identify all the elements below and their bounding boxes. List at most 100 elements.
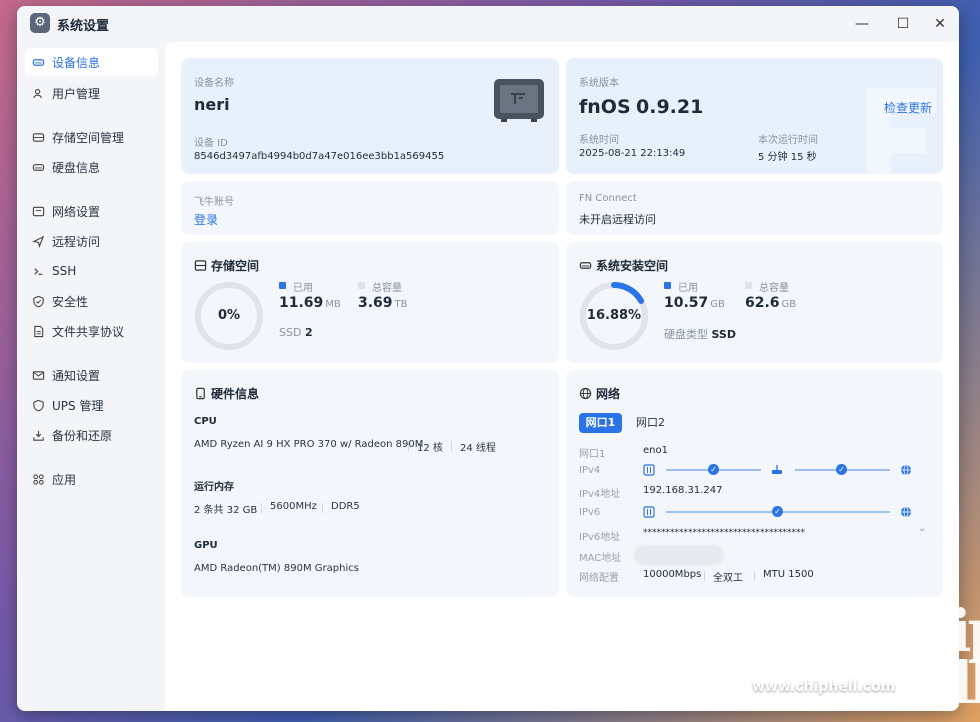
os-name: fnOS [579, 96, 631, 118]
settings-app-icon: ⚙ [30, 13, 50, 33]
sidebar-item-apps[interactable]: 应用 [25, 465, 158, 493]
router-icon [772, 465, 782, 474]
divider [261, 503, 262, 513]
disk-icon [31, 160, 45, 174]
sidebar-item-network[interactable]: 网络设置 [25, 197, 158, 225]
sidebar-item-backup[interactable]: 备份和还原 [25, 421, 158, 449]
port-label: 网口1 [579, 449, 606, 460]
internet-globe-icon [901, 464, 911, 476]
sidebar-item-file-sharing[interactable]: 文件共享协议 [25, 317, 158, 345]
check-node-icon: ✓ [708, 464, 719, 475]
mac-address-redacted [634, 545, 724, 565]
sidebar-item-disk[interactable]: 硬盘信息 [25, 153, 158, 181]
system-used-label: 已用 [678, 283, 698, 294]
users-icon [31, 86, 45, 100]
sidebar-item-storage[interactable]: 存储空间管理 [25, 123, 158, 151]
disk-type: 硬盘类型 SSD [664, 328, 736, 341]
terminal-icon [31, 264, 45, 278]
backup-icon [31, 428, 45, 442]
memory-label: 运行内存 [194, 482, 234, 493]
divider [408, 441, 409, 451]
system-time: 2025-08-21 22:13:49 [579, 148, 686, 159]
sidebar-item-users[interactable]: 用户管理 [25, 79, 158, 107]
settings-window: ⚙ 系统设置 — ☐ ✕ 设备信息 用户管理 存储空间管理 硬盘信息 网络设置 … [17, 6, 959, 711]
storage-total-value: 3.69 TB [358, 295, 408, 311]
memory-type: DDR5 [331, 501, 360, 512]
account-label: 飞牛账号 [194, 197, 234, 208]
cpu-cores: 12 核 [417, 443, 443, 454]
link-speed: 10000Mbps [643, 569, 702, 580]
ipv6-label: IPv6 [579, 507, 601, 518]
sidebar-item-remote[interactable]: 远程访问 [25, 227, 158, 255]
maximize-button[interactable]: ☐ [893, 14, 913, 34]
mtu: MTU 1500 [763, 569, 814, 580]
ipv6-address: ************************************ [643, 528, 805, 538]
divider [322, 503, 323, 513]
memory-size: 2 条共 32 GB [194, 505, 258, 516]
system-space-card[interactable]: 系统安装空间 16.88% 已用 总容量 10.57 GB 62.6 GB 硬盘类型… [566, 242, 943, 363]
tab-port-2[interactable]: 网口2 [629, 413, 672, 433]
sidebar-item-label: 硬盘信息 [52, 160, 101, 175]
sidebar-item-label: 设备信息 [52, 55, 101, 70]
gpu-model: AMD Radeon(TM) 890M Graphics [194, 563, 359, 574]
sidebar-item-label: UPS 管理 [52, 398, 104, 413]
storage-used-label: 已用 [293, 283, 313, 294]
check-node-icon: ✓ [772, 506, 783, 517]
close-button[interactable]: ✕ [930, 14, 950, 34]
sidebar-item-ssh[interactable]: SSH [25, 257, 158, 285]
title-bar: ⚙ 系统设置 — ☐ ✕ [17, 6, 959, 42]
check-update-link[interactable]: 检查更新 [884, 99, 932, 116]
fn-connect-card: FN Connect 未开启远程访问 [566, 181, 943, 235]
main-panel: 设备名称 neri 设备 ID 8546d3497afb4994b0d7a47e… [165, 42, 959, 711]
cpu-model: AMD Ryzen AI 9 HX PRO 370 w/ Radeon 890M [194, 439, 424, 450]
system-total-label: 总容量 [759, 283, 789, 294]
sidebar: 设备信息 用户管理 存储空间管理 硬盘信息 网络设置 远程访问 SSH 安全性 [17, 42, 165, 711]
divider [704, 571, 705, 581]
sidebar-item-device-info[interactable]: 设备信息 [25, 48, 158, 76]
ipv4-address: 192.168.31.247 [643, 485, 723, 496]
ipv6-address-label: IPv6地址 [579, 532, 621, 543]
mail-icon [31, 368, 45, 382]
file-icon [31, 324, 45, 338]
device-id: 8546d3497afb4994b0d7a47e016ee3bb1a569455 [194, 151, 445, 162]
power-icon [31, 398, 45, 412]
sidebar-item-label: 远程访问 [52, 234, 101, 249]
expand-chevron-icon[interactable]: ⌄ [918, 523, 926, 534]
storage-icon [194, 260, 207, 271]
ipv4-address-label: IPv4地址 [579, 489, 621, 500]
sidebar-item-notifications[interactable]: 通知设置 [25, 361, 158, 389]
sidebar-item-label: 文件共享协议 [52, 324, 125, 339]
tab-port-1[interactable]: 网口1 [579, 413, 622, 433]
storage-title: 存储空间 [194, 257, 259, 274]
nas-device-icon [494, 79, 544, 122]
ssd-count: SSD 2 [279, 326, 313, 339]
total-legend-dot [745, 282, 752, 289]
sidebar-item-label: SSH [52, 264, 77, 278]
storage-icon [31, 130, 45, 144]
fn-connect-label: FN Connect [579, 193, 637, 204]
cpu-label: CPU [194, 416, 217, 427]
apps-icon [31, 472, 45, 486]
memory-speed: 5600MHz [270, 501, 317, 512]
fn-connect-status: 未开启远程访问 [579, 213, 656, 226]
os-version: 0.9.21 [636, 96, 704, 118]
sidebar-item-label: 用户管理 [52, 86, 101, 101]
storage-card[interactable]: 存储空间 0% 已用 总容量 11.69 MB 3.69 TB SSD 2 [181, 242, 559, 363]
sidebar-item-label: 通知设置 [52, 368, 101, 383]
globe-icon [579, 387, 592, 400]
login-link[interactable]: 登录 [194, 211, 218, 228]
minimize-button[interactable]: — [852, 14, 872, 34]
account-card: 飞牛账号 登录 [181, 181, 559, 235]
internet-globe-icon [901, 506, 911, 518]
nas-icon [643, 506, 655, 518]
uptime: 5 分钟 15 秒 [758, 152, 817, 163]
device-name: neri [194, 95, 230, 114]
network-title: 网络 [579, 385, 620, 402]
sidebar-item-ups[interactable]: UPS 管理 [25, 391, 158, 419]
sidebar-item-security[interactable]: 安全性 [25, 287, 158, 315]
sidebar-item-label: 安全性 [52, 294, 89, 309]
uptime-label: 本次运行时间 [758, 135, 818, 146]
network-config-label: 网络配置 [579, 573, 619, 584]
system-version-card: 系统版本 fnOS 0.9.21 检查更新 系统时间 2025-08-21 22… [566, 58, 943, 174]
window-title: 系统设置 [57, 19, 110, 34]
